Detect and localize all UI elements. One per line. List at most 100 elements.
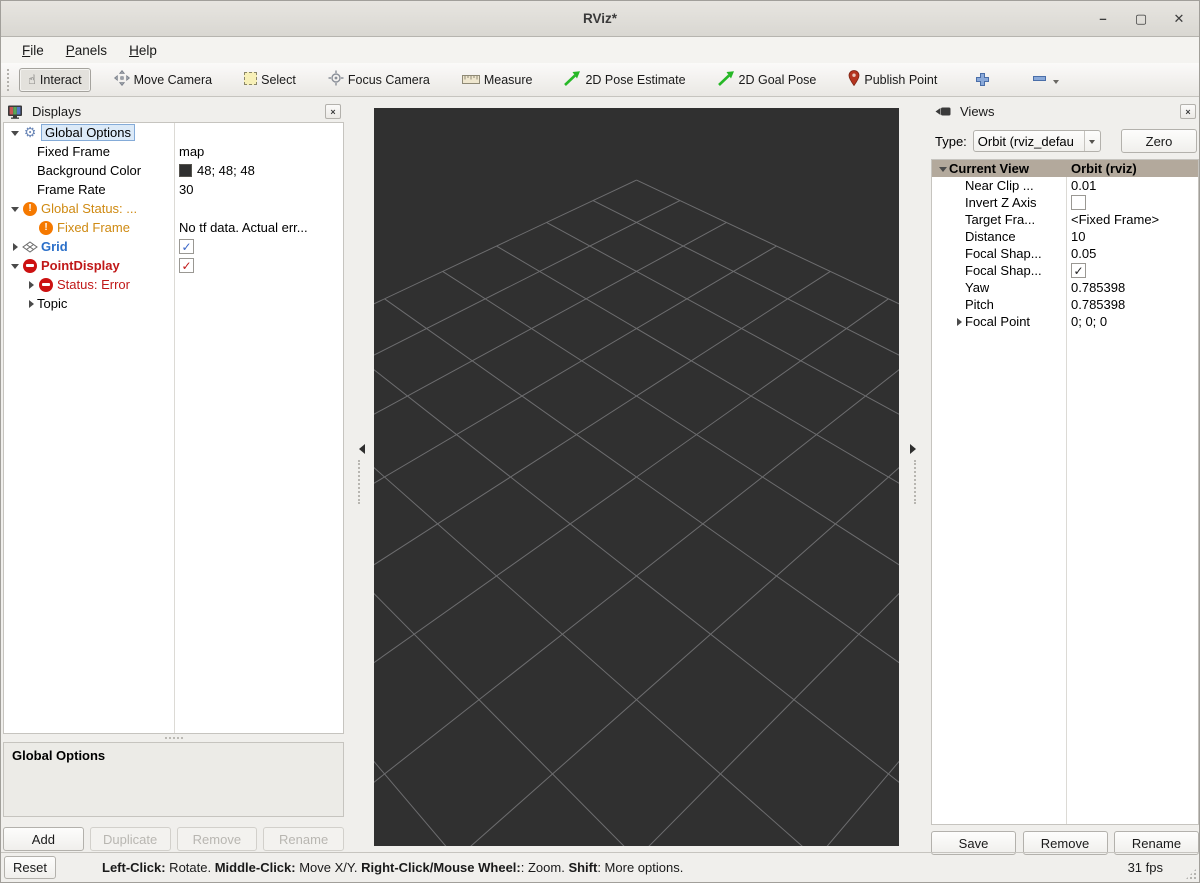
property-label: Near Clip ... [965,178,1034,193]
tool-2d-pose-estimate[interactable]: 2D Pose Estimate [555,66,694,94]
tree-row-global-options[interactable]: ⚙ Global Options [4,123,343,142]
tree-row-global-status-[interactable]: ! Global Status: ... [4,199,343,218]
add-button[interactable]: Add [3,827,84,851]
left-panel-splitter[interactable] [345,101,373,847]
property-label: Distance [965,229,1016,244]
property-label: Target Fra... [965,212,1036,227]
views-panel-header: Views × [931,101,1199,122]
select-box-icon [244,71,258,88]
grid-plane [6,179,1200,883]
tree-row-background-color[interactable]: Background Color 48; 48; 48 [4,161,343,180]
error-icon [21,258,39,273]
menu-file[interactable]: File [11,40,55,61]
property-label: Frame Rate [37,182,106,197]
property-label: Pitch [965,297,994,312]
tree-row-distance[interactable]: Distance 10 [932,228,1198,245]
zero-button[interactable]: Zero [1121,129,1197,153]
tool-select[interactable]: Select [235,67,305,93]
tree-row-invert-z-axis[interactable]: Invert Z Axis [932,194,1198,211]
tree-row-grid[interactable]: Grid ✓ [4,237,343,256]
property-value[interactable]: No tf data. Actual err... [179,220,308,235]
collapse-left-icon[interactable] [354,444,365,454]
resize-grip[interactable] [1185,868,1197,880]
monitor-icon [6,105,24,119]
property-value[interactable]: 0.785398 [1071,280,1125,295]
right-panel-splitter[interactable] [900,101,930,847]
expander-down-icon[interactable] [8,202,21,216]
tool-measure[interactable]: Measure [453,68,542,92]
tree-row-target-fra-[interactable]: Target Fra... <Fixed Frame> [932,211,1198,228]
tool-move-camera[interactable]: Move Camera [105,65,222,94]
property-value[interactable]: 10 [1071,229,1085,244]
checkbox-checked[interactable]: ✓ [1071,263,1086,278]
maximize-button[interactable]: ▢ [1129,7,1153,31]
view-type-dropdown[interactable]: Orbit (rviz_defau [972,130,1101,152]
tree-row-status-error[interactable]: Status: Error [4,275,343,294]
checkbox-unchecked[interactable] [1071,195,1086,210]
property-value[interactable]: 0.785398 [1071,297,1125,312]
tool-interact[interactable]: ☝ Interact [19,67,91,92]
property-label: Topic [37,296,68,311]
color-swatch[interactable] [179,164,192,177]
expander-down-icon[interactable] [8,259,21,273]
tree-row-fixed-frame[interactable]: Fixed Frame map [4,142,343,161]
tree-row-near-clip-[interactable]: Near Clip ... 0.01 [932,177,1198,194]
tree-row-focal-shap-[interactable]: Focal Shap... 0.05 [932,245,1198,262]
property-value[interactable]: <Fixed Frame> [1071,212,1159,227]
remove-tool-button[interactable] [1023,66,1068,94]
expander-right-icon[interactable] [8,243,21,251]
property-value[interactable]: 30 [179,182,193,197]
property-value[interactable]: 48; 48; 48 [197,163,255,178]
window-title: RViz* [582,11,618,26]
minus-icon [1032,71,1047,89]
tree-row-fixed-frame[interactable]: ! Fixed Frame No tf data. Actual err... [4,218,343,237]
displays-close-icon[interactable]: × [325,104,341,119]
expander-right-icon[interactable] [952,318,965,326]
tree-row-pointdisplay[interactable]: PointDisplay ✓ [4,256,343,275]
3d-viewport[interactable] [6,108,1200,883]
checkbox-checked[interactable]: ✓ [179,258,194,273]
reset-button[interactable]: Reset [4,856,56,879]
property-value[interactable]: Orbit (rviz) [1071,161,1137,176]
property-value[interactable]: 0.05 [1071,246,1096,261]
expander-right-icon[interactable] [24,281,37,289]
focus-crosshair-icon [328,70,344,89]
plus-icon[interactable] [966,67,999,92]
displays-panel-title: Displays [32,104,82,119]
property-label: Invert Z Axis [965,195,1037,210]
tree-row-current-view[interactable]: Current View Orbit (rviz) [932,160,1198,177]
menu-panels[interactable]: Panels [55,40,118,61]
collapse-right-icon[interactable] [909,444,921,454]
tool-publish-point[interactable]: Publish Point [839,65,946,94]
displays-tree: ⚙ Global Options Fixed Frame map Background … [3,122,344,734]
green-arrow-icon [717,70,735,89]
tree-row-yaw[interactable]: Yaw 0.785398 [932,279,1198,296]
expander-down-icon[interactable] [8,126,21,140]
description-title: Global Options [12,748,106,763]
title-bar[interactable]: RViz* – ▢ ✕ [1,1,1199,37]
expander-right-icon[interactable] [24,300,37,308]
toolbar-drag-handle[interactable] [7,68,13,91]
red-pin-icon [848,70,860,89]
rviz-window: RViz* – ▢ ✕ File Panels Help ☝ Interact Move… [0,0,1200,883]
checkbox-checked[interactable]: ✓ [179,239,194,254]
tool-focus-camera[interactable]: Focus Camera [319,65,439,94]
expander-down-icon[interactable] [936,162,949,176]
tree-row-topic[interactable]: Topic [4,294,343,313]
displays-panel: Displays × ⚙ Global Options Fixed Frame map… [3,101,344,851]
minimize-button[interactable]: – [1091,7,1115,31]
status-bar: Reset Left-Click: Rotate. Middle-Click: … [1,852,1199,882]
tree-row-focal-shap-[interactable]: Focal Shap... ✓ [932,262,1198,279]
close-button[interactable]: ✕ [1167,7,1191,31]
tree-row-frame-rate[interactable]: Frame Rate 30 [4,180,343,199]
tree-row-pitch[interactable]: Pitch 0.785398 [932,296,1198,313]
property-value[interactable]: 0; 0; 0 [1071,314,1107,329]
tree-row-focal-point[interactable]: Focal Point 0; 0; 0 [932,313,1198,330]
displays-splitter-handle[interactable] [3,735,344,741]
tool-2d-goal-pose[interactable]: 2D Goal Pose [709,66,826,94]
property-value[interactable]: map [179,144,204,159]
views-close-icon[interactable]: × [1180,104,1196,119]
main-area: Displays × ⚙ Global Options Fixed Frame map… [1,97,1200,883]
menu-help[interactable]: Help [118,40,168,61]
property-value[interactable]: 0.01 [1071,178,1096,193]
